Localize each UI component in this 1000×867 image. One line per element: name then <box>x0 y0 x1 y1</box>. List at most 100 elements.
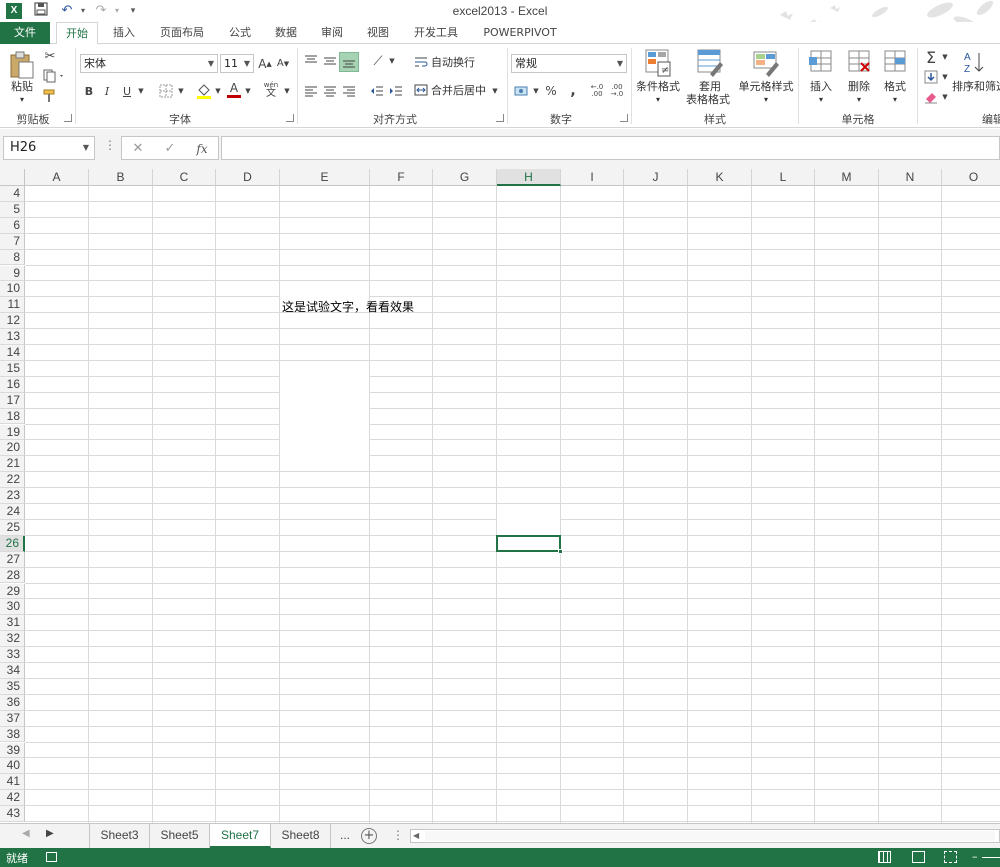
delete-cells-button[interactable]: 删除 <box>842 80 876 93</box>
fill-handle[interactable] <box>558 548 563 554</box>
font-color-button[interactable]: A <box>226 80 242 100</box>
fill-color-icon[interactable] <box>196 82 212 100</box>
autosum-icon[interactable]: Σ <box>922 48 940 67</box>
underline-dropdown-icon[interactable]: ▼ <box>136 82 146 100</box>
cell-e11-text[interactable]: 这是试验文字，看看效果 <box>282 298 414 315</box>
row-header-27[interactable]: 27 <box>0 551 25 568</box>
row-header-37[interactable]: 37 <box>0 710 25 727</box>
paste-label[interactable]: 粘贴 <box>8 80 36 93</box>
alignment-launcher-icon[interactable] <box>496 114 504 122</box>
grow-font-button[interactable]: A ▲ <box>258 54 272 73</box>
column-header-k[interactable]: K <box>688 169 752 186</box>
column-header-f[interactable]: F <box>370 169 433 186</box>
row-header-38[interactable]: 38 <box>0 726 25 743</box>
column-header-d[interactable]: D <box>216 169 280 186</box>
sheet-tab-sheet7[interactable]: Sheet7 <box>210 824 271 848</box>
page-layout-view-icon[interactable] <box>912 851 925 863</box>
row-header-33[interactable]: 33 <box>0 647 25 663</box>
column-header-l[interactable]: L <box>752 169 815 186</box>
borders-dropdown-icon[interactable]: ▼ <box>176 82 186 100</box>
align-center-icon[interactable] <box>321 82 339 100</box>
row-header-19[interactable]: 19 <box>0 424 25 441</box>
column-header-e[interactable]: E <box>280 169 370 186</box>
decrease-indent-icon[interactable] <box>368 82 386 100</box>
tab-powerpivot[interactable]: POWERPIVOT <box>476 22 564 44</box>
font-color-dropdown-icon[interactable]: ▼ <box>243 82 253 100</box>
column-header-b[interactable]: B <box>89 169 153 186</box>
fill-icon[interactable] <box>922 68 940 86</box>
tab-developer[interactable]: 开发工具 <box>404 22 468 44</box>
sheet-tab-sheet8[interactable]: Sheet8 <box>271 824 331 848</box>
row-header-34[interactable]: 34 <box>0 663 25 679</box>
clear-icon[interactable] <box>922 88 940 106</box>
clipboard-launcher-icon[interactable] <box>64 114 72 122</box>
sheet-tab-sheet5[interactable]: Sheet5 <box>150 824 210 848</box>
tab-home[interactable]: 开始 <box>56 22 98 45</box>
row-header-10[interactable]: 10 <box>0 281 25 298</box>
row-header-14[interactable]: 14 <box>0 345 25 361</box>
number-format-select[interactable]: 常规 ▼ <box>511 54 627 73</box>
insert-cells-icon[interactable] <box>808 48 834 78</box>
zoom-out-icon[interactable]: – <box>972 851 978 863</box>
shrink-font-button[interactable]: A ▼ <box>276 54 290 73</box>
row-header-24[interactable]: 24 <box>0 504 25 520</box>
format-as-table-label-2[interactable]: 表格格式 <box>682 93 734 106</box>
normal-view-icon[interactable] <box>878 851 891 863</box>
conditional-dropdown-icon[interactable]: ▾ <box>634 93 682 106</box>
row-header-21[interactable]: 21 <box>0 456 25 473</box>
orientation-dropdown-icon[interactable]: ▼ <box>387 52 397 70</box>
decrease-decimal-icon[interactable]: .00 →.0 <box>608 82 626 100</box>
format-as-table-icon[interactable] <box>696 48 724 78</box>
orientation-icon[interactable]: ⟋ <box>368 52 388 70</box>
align-middle-icon[interactable] <box>321 52 339 70</box>
row-header-22[interactable]: 22 <box>0 472 25 489</box>
row-header-39[interactable]: 39 <box>0 742 25 759</box>
italic-button[interactable]: I <box>100 82 114 100</box>
phonetic-dropdown-icon[interactable]: ▼ <box>282 82 292 100</box>
tab-view[interactable]: 视图 <box>358 22 398 44</box>
row-header-9[interactable]: 9 <box>0 265 25 282</box>
cancel-icon[interactable]: ✕ <box>128 140 148 158</box>
align-bottom-icon[interactable] <box>339 52 359 72</box>
tab-page-layout[interactable]: 页面布局 <box>150 22 214 44</box>
row-header-25[interactable]: 25 <box>0 519 25 536</box>
delete-dropdown-icon[interactable]: ▾ <box>842 93 876 106</box>
worksheet-grid[interactable]: A B C D E F G H I J K L M N O 4 5 6 7 8 9 10 11 12 13 14 15 16 17 18 1… <box>0 169 1000 823</box>
column-header-o[interactable]: O <box>942 169 1000 186</box>
bold-button[interactable]: B <box>82 82 96 100</box>
row-header-4[interactable]: 4 <box>0 186 25 202</box>
cell-styles-dropdown-icon[interactable]: ▾ <box>736 93 796 106</box>
currency-icon[interactable] <box>513 82 531 100</box>
macro-record-icon[interactable] <box>46 852 57 862</box>
row-header-13[interactable]: 13 <box>0 329 25 345</box>
scrollbar-track[interactable] <box>425 831 995 841</box>
row-header-15[interactable]: 15 <box>0 360 25 377</box>
tab-file[interactable]: 文件 <box>0 22 50 44</box>
format-as-table-label-1[interactable]: 套用 <box>686 80 734 93</box>
insert-function-icon[interactable]: fx <box>192 140 212 158</box>
conditional-formatting-button[interactable]: 条件格式 <box>634 80 682 93</box>
number-launcher-icon[interactable] <box>620 114 628 122</box>
sort-filter-icon[interactable]: AZ <box>962 48 986 78</box>
row-header-26[interactable]: 26 <box>0 535 25 552</box>
conditional-formatting-icon[interactable]: ≠ <box>644 48 672 78</box>
font-size-select[interactable]: 11 ▼ <box>220 54 254 73</box>
font-launcher-icon[interactable] <box>286 114 294 122</box>
row-header-31[interactable]: 31 <box>0 615 25 632</box>
column-header-h[interactable]: H <box>497 169 561 186</box>
row-header-35[interactable]: 35 <box>0 678 25 695</box>
row-header-20[interactable]: 20 <box>0 440 25 457</box>
select-all-corner[interactable] <box>0 169 25 186</box>
align-top-icon[interactable] <box>302 52 320 70</box>
column-header-g[interactable]: G <box>433 169 497 186</box>
format-painter-icon[interactable] <box>42 88 58 104</box>
row-header-6[interactable]: 6 <box>0 217 25 234</box>
insert-dropdown-icon[interactable]: ▾ <box>804 93 838 106</box>
align-right-icon[interactable] <box>340 82 358 100</box>
row-header-41[interactable]: 41 <box>0 774 25 791</box>
align-left-icon[interactable] <box>302 82 320 100</box>
column-header-i[interactable]: I <box>561 169 624 186</box>
underline-button[interactable]: U <box>120 82 134 100</box>
add-sheet-icon[interactable]: + <box>361 828 377 844</box>
row-header-8[interactable]: 8 <box>0 249 25 266</box>
